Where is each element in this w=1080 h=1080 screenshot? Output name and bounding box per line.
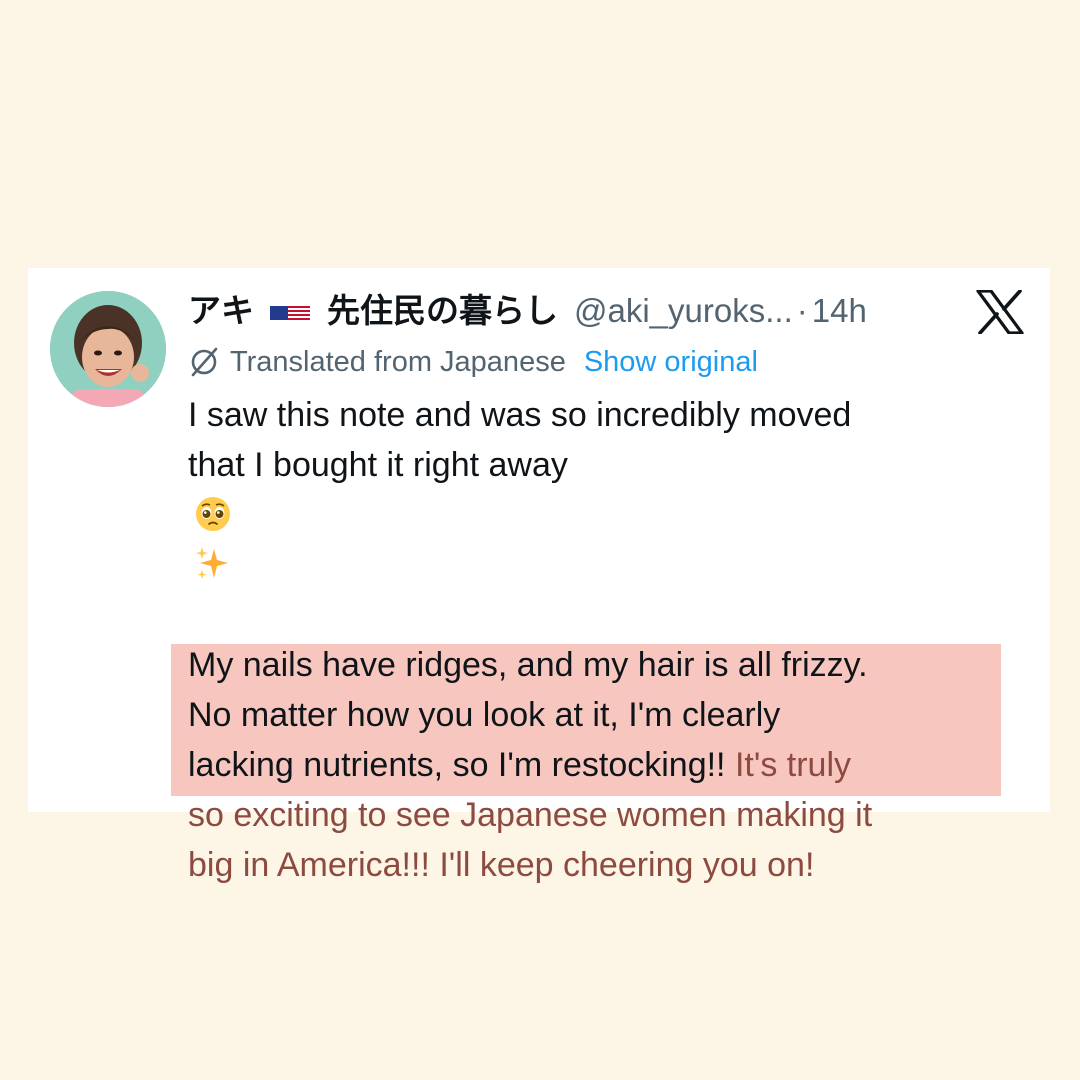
timestamp[interactable]: 14h <box>812 286 867 336</box>
tweet-line-2: that I bought it right away <box>188 446 568 484</box>
translate-icon <box>191 347 218 377</box>
user-handle[interactable]: @aki_yuroks... <box>574 286 793 336</box>
tweet-line-1: I saw this note and was so incredibly mo… <box>188 396 852 434</box>
avatar-photo <box>50 291 166 407</box>
separator-dot: · <box>796 292 808 329</box>
tweet-text: I saw this note and was so incredibly mo… <box>188 390 1018 890</box>
highlighted-text-2: so exciting to see Japanese women making… <box>188 796 873 884</box>
display-name-suffix: 先住民の暮らし <box>327 291 558 330</box>
highlighted-text-1: It's truly <box>734 746 852 784</box>
x-logo-icon <box>976 290 1024 334</box>
tweet-line-2-wrapper: that I bought it right away <box>188 440 1018 590</box>
display-name-text: アキ <box>188 291 254 330</box>
pleading-face-emoji <box>196 497 230 531</box>
translation-bar: Translated from Japanese Show original <box>188 340 758 384</box>
us-flag-icon <box>269 296 310 322</box>
show-original-link[interactable]: Show original <box>584 346 758 379</box>
post-header: アキ 先住民の暮らし @aki_yuroks... · 14h <box>188 286 948 336</box>
tweet-paragraph-2: My nails have ridges, and my hair is all… <box>188 640 1018 890</box>
display-name[interactable]: アキ 先住民の暮らし <box>188 286 558 336</box>
translated-label: Translated from Japanese <box>230 345 566 378</box>
tweet-card[interactable]: アキ 先住民の暮らし @aki_yuroks... · 14h Translat… <box>28 268 1050 884</box>
sparkles-emoji <box>196 547 228 579</box>
avatar[interactable] <box>50 291 166 407</box>
